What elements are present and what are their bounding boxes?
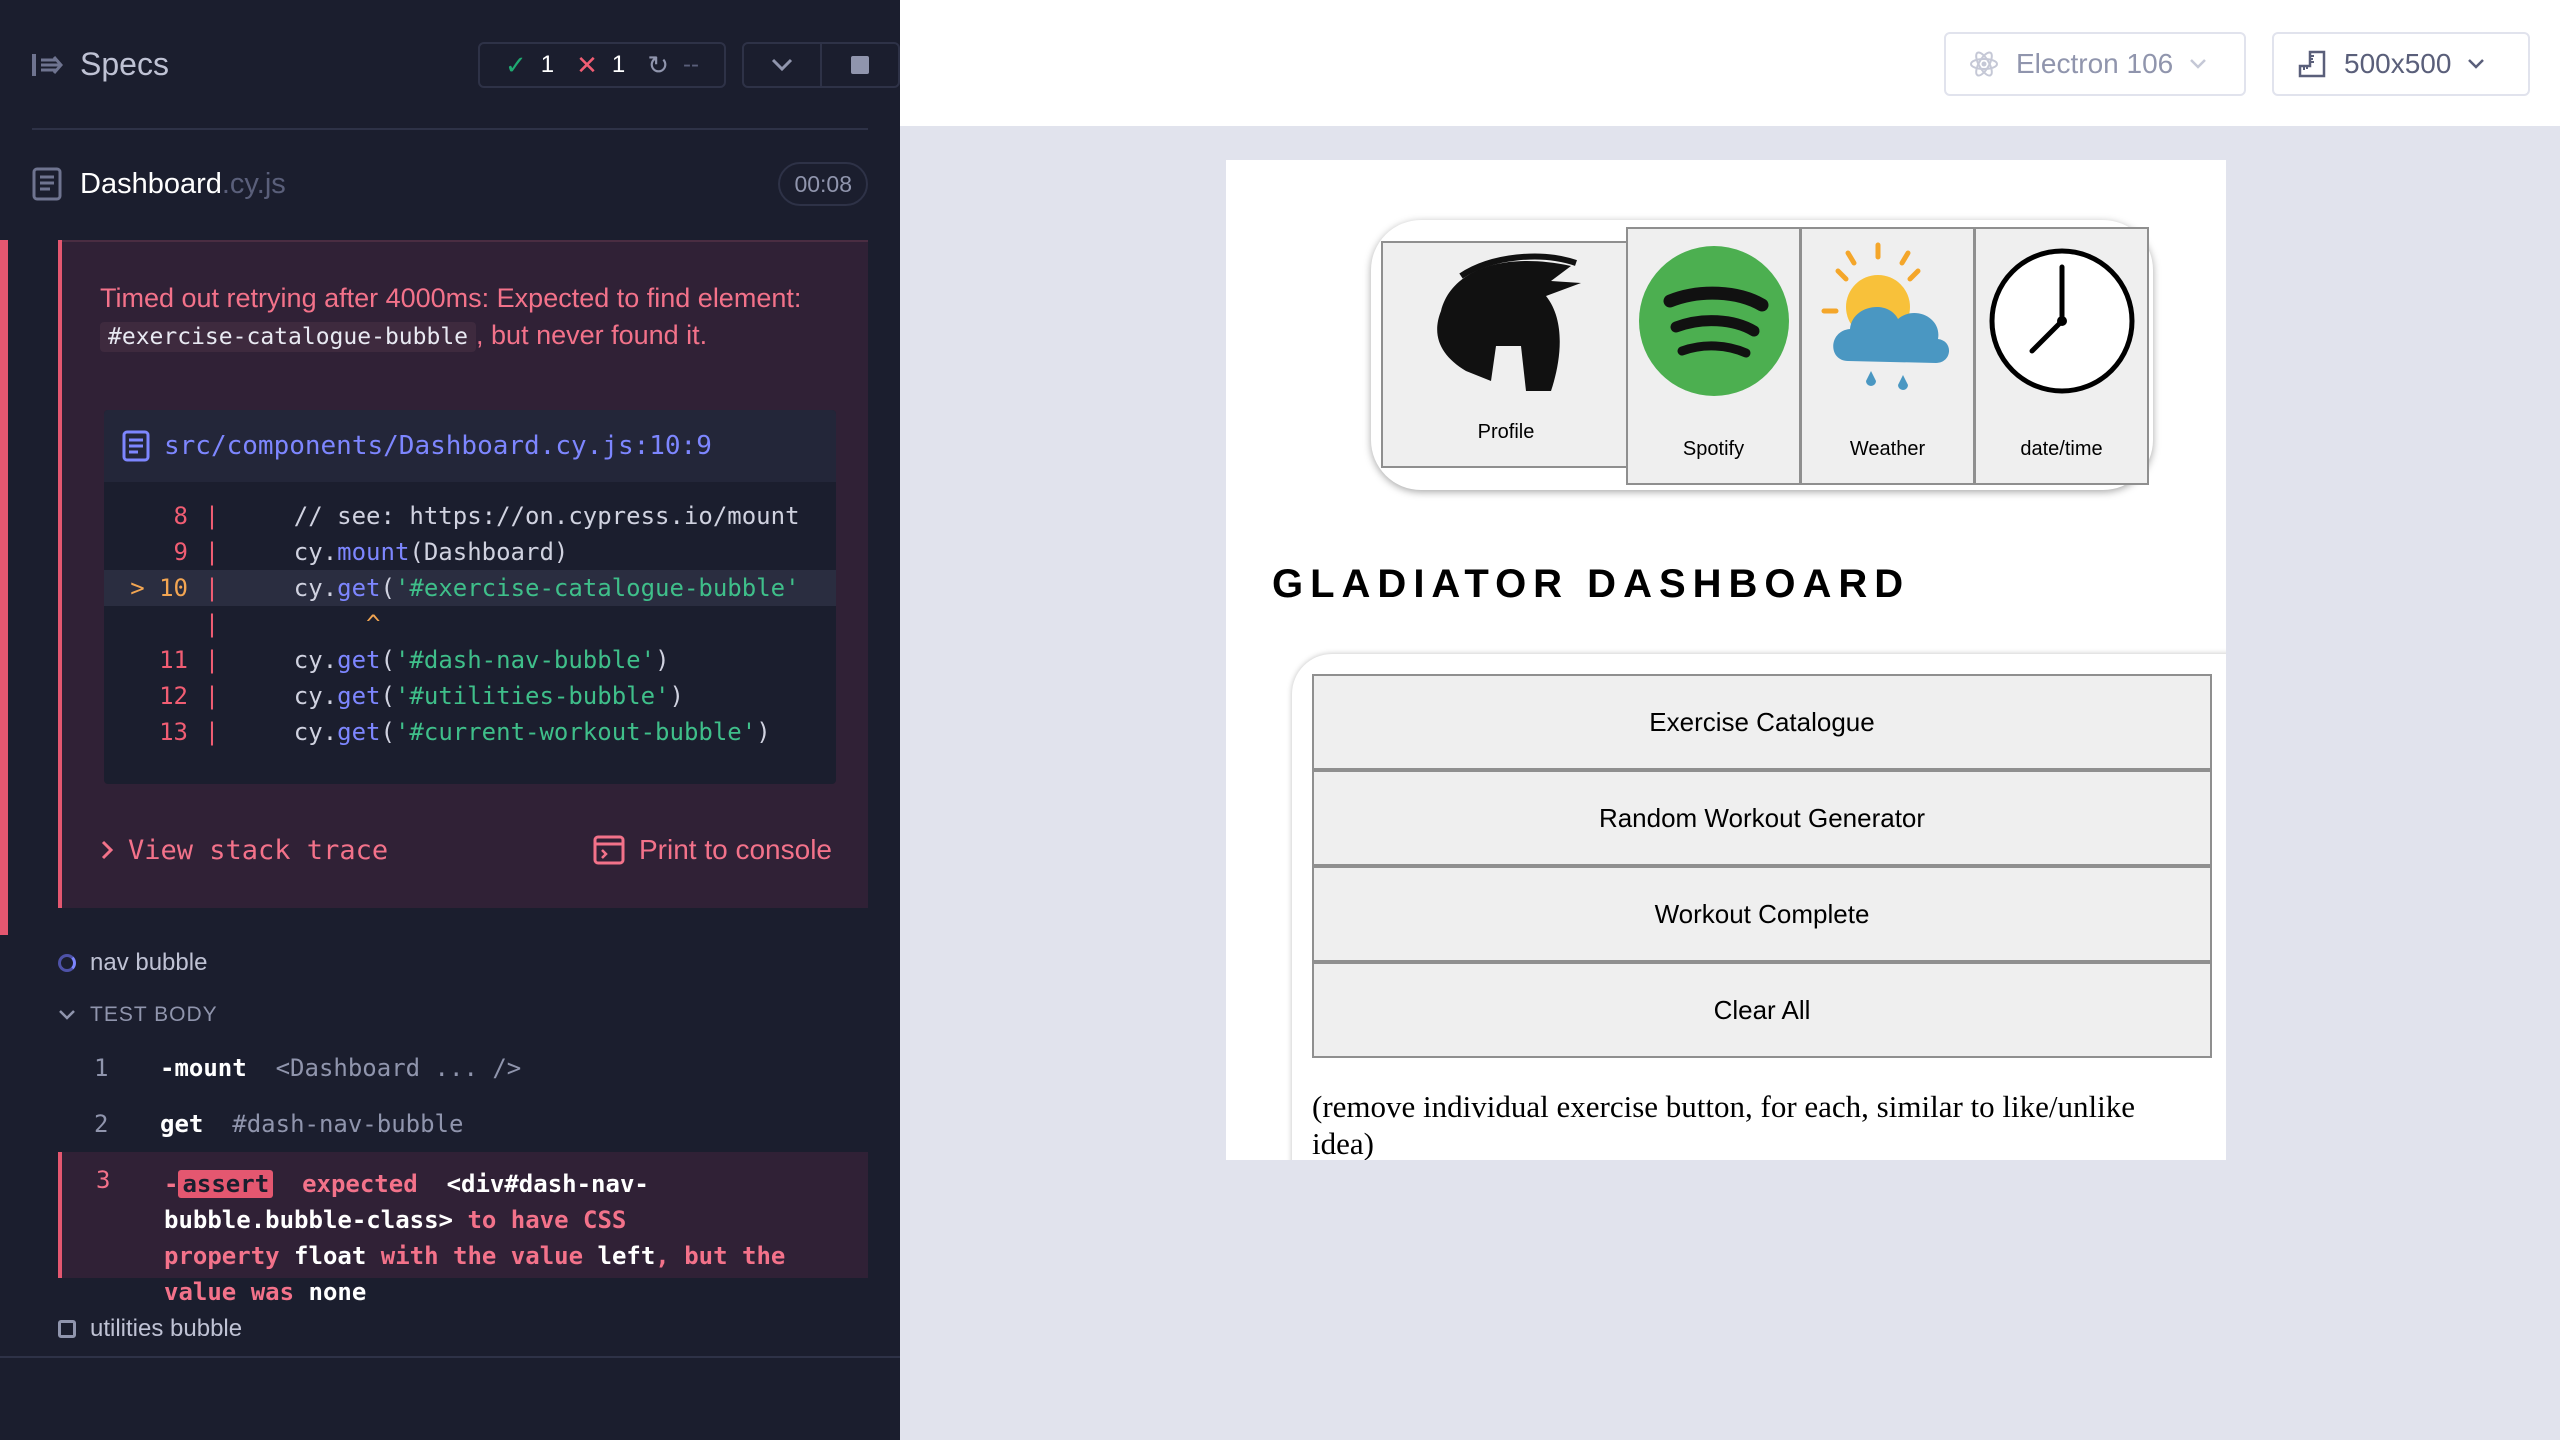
browser-label: Electron 106 xyxy=(2016,48,2174,79)
weather-button[interactable]: Weather xyxy=(1800,227,1975,485)
weather-icon xyxy=(1821,242,1949,390)
error-actions: View stack trace Print to console xyxy=(100,830,832,870)
spec-file-name[interactable]: Dashboard xyxy=(80,168,222,201)
code-file-path: src/components/Dashboard.cy.js:10:9 xyxy=(164,431,712,461)
view-stack-trace-button[interactable]: View stack trace xyxy=(100,835,388,866)
test-nav-bubble[interactable]: nav bubble xyxy=(58,948,207,978)
test-title: nav bubble xyxy=(90,949,208,976)
print-to-console-button[interactable]: Print to console xyxy=(593,834,832,866)
auto-scroll-button[interactable] xyxy=(744,44,820,86)
code-line: 8 | // see: https://on.cypress.io/mount xyxy=(173,502,800,530)
code-frame: src/components/Dashboard.cy.js:10:9 8 | /… xyxy=(104,410,836,784)
clear-all-button[interactable]: Clear All xyxy=(1312,962,2212,1058)
spotify-label: Spotify xyxy=(1682,438,1745,460)
pending-icon: ↻ xyxy=(647,49,670,80)
aut-toolbar: Electron 106 500x500 xyxy=(900,0,2560,128)
stop-icon xyxy=(851,56,869,74)
specs-toggle-button[interactable]: Specs xyxy=(32,46,169,83)
spec-file-extension: .cy.js xyxy=(221,167,286,200)
pending-count: ↻ -- xyxy=(647,49,700,80)
x-icon: ✕ xyxy=(576,49,598,80)
page-title: GLADIATOR DASHBOARD xyxy=(1272,562,1911,606)
run-controls xyxy=(742,42,900,88)
error-text-end: , but never found it. xyxy=(476,320,708,350)
specs-label: Specs xyxy=(80,46,169,82)
code-line: 9 | cy.mount(Dashboard) xyxy=(173,538,569,566)
test-body-label: TEST BODY xyxy=(90,1003,218,1026)
code-line: | ^ xyxy=(204,610,381,638)
viewport-label: 500x500 xyxy=(2344,48,2452,79)
print-to-console-label: Print to console xyxy=(639,834,832,865)
chevron-down-icon xyxy=(59,1010,75,1020)
spotify-button[interactable]: Spotify xyxy=(1626,227,1801,485)
command-row-failed[interactable]: 3 - assert expected <div#dash-nav-bubble.… xyxy=(58,1152,868,1306)
console-icon xyxy=(593,835,625,865)
profile-button[interactable]: Profile xyxy=(1381,241,1631,468)
assert-badge: assert xyxy=(178,1170,274,1198)
failed-count: ✕ 1 xyxy=(576,49,626,80)
code-file-link[interactable]: src/components/Dashboard.cy.js:10:9 xyxy=(104,410,836,482)
test-utilities-bubble[interactable]: utilities bubble xyxy=(58,1314,242,1344)
datetime-button[interactable]: date/time xyxy=(1974,227,2149,485)
view-stack-trace-label: View stack trace xyxy=(128,834,389,866)
check-icon: ✓ xyxy=(504,49,527,80)
app-preview-frame: Profile Spotify Weather date/time GLADIA… xyxy=(1226,160,2226,1160)
exercise-catalogue-button[interactable]: Exercise Catalogue xyxy=(1312,674,2212,770)
viewport-selector[interactable]: 500x500 xyxy=(2272,32,2530,96)
test-body-toggle[interactable]: TEST BODY xyxy=(58,1000,218,1030)
passed-count: ✓ 1 xyxy=(504,49,555,80)
ruler-icon xyxy=(2298,50,2326,78)
divider xyxy=(62,240,868,242)
stop-button[interactable] xyxy=(820,44,898,86)
workout-complete-button[interactable]: Workout Complete xyxy=(1312,866,2212,962)
error-text: Timed out retrying after 4000ms: Expecte… xyxy=(100,283,802,313)
chevron-down-icon xyxy=(2190,59,2207,69)
running-icon xyxy=(58,954,76,972)
code-line-highlighted: > 10 | cy.get('#exercise-catalogue-bubble… xyxy=(104,570,836,606)
code-line: 13 | cy.get('#current-workout-bubble') xyxy=(159,718,771,746)
weather-label: Weather xyxy=(1849,438,1926,460)
code-lines: 8 | // see: https://on.cypress.io/mount 9… xyxy=(104,482,836,750)
note-text: (remove individual exercise button, for … xyxy=(1312,1089,2135,1160)
code-line: 12 | cy.get('#utilities-bubble') xyxy=(159,682,684,710)
spec-duration: 00:08 xyxy=(778,162,868,206)
random-workout-button[interactable]: Random Workout Generator xyxy=(1312,770,2212,866)
chevron-down-icon xyxy=(2468,59,2485,69)
clock-icon xyxy=(1989,248,2134,394)
datetime-label: date/time xyxy=(2020,438,2103,460)
code-line: 11 | cy.get('#dash-nav-bubble') xyxy=(159,646,670,674)
pending-test-icon xyxy=(58,1320,76,1338)
command-row[interactable]: 2 get #dash-nav-bubble xyxy=(58,1096,868,1152)
document-icon xyxy=(122,430,150,462)
failure-indicator xyxy=(0,240,8,935)
electron-icon xyxy=(1970,51,1998,77)
profile-label: Profile xyxy=(1477,421,1535,443)
command-row[interactable]: 1 -mount <Dashboard ... /> xyxy=(58,1040,868,1096)
browser-selector[interactable]: Electron 106 xyxy=(1944,32,2246,96)
error-message: Timed out retrying after 4000ms: Expecte… xyxy=(100,280,820,356)
chevron-right-icon xyxy=(101,840,114,860)
document-icon xyxy=(32,167,62,201)
error-selector: #exercise-catalogue-bubble xyxy=(100,322,477,352)
chevron-down-icon xyxy=(771,58,793,72)
stats-summary: ✓ 1 ✕ 1 ↻ -- xyxy=(478,42,726,88)
reporter-panel: Specs ✓ 1 ✕ 1 ↻ -- Dashboard .cy.js 00:0… xyxy=(0,0,900,1440)
reporter-header: Specs ✓ 1 ✕ 1 ↻ -- xyxy=(32,0,900,130)
spec-file-header: Dashboard .cy.js 00:08 xyxy=(32,160,868,208)
error-panel: Timed out retrying after 4000ms: Expecte… xyxy=(58,240,868,908)
specs-menu-icon xyxy=(32,53,63,76)
spotify-icon xyxy=(1638,246,1789,396)
spartan-helmet-icon xyxy=(1437,253,1581,391)
test-title: utilities bubble xyxy=(90,1315,243,1342)
divider xyxy=(0,1356,900,1358)
